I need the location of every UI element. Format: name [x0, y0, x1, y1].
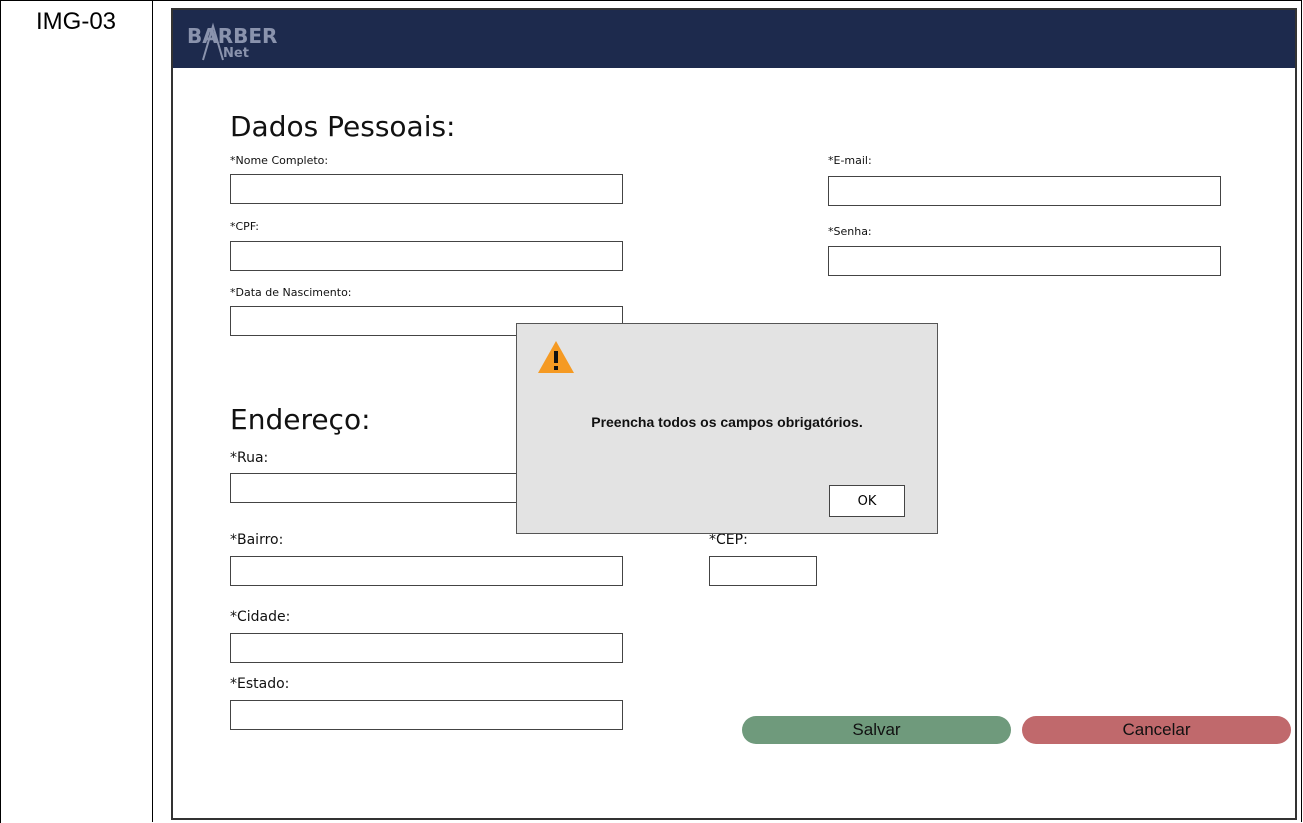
- address-title: Endereço:: [230, 403, 371, 436]
- password-label: *Senha:: [828, 225, 872, 238]
- password-field[interactable]: [828, 246, 1221, 276]
- table-column-divider: [152, 0, 153, 822]
- logo-text: BARBER: [187, 24, 278, 48]
- save-button[interactable]: Salvar: [742, 716, 1011, 744]
- table-right-border: [1301, 0, 1302, 822]
- zip-label: *CEP:: [709, 532, 748, 548]
- warning-icon: [538, 341, 574, 373]
- full-name-field[interactable]: [230, 174, 623, 204]
- barber-net-logo[interactable]: BARBER Net: [187, 22, 297, 62]
- city-field[interactable]: [230, 633, 623, 663]
- logo-subtext: Net: [223, 46, 249, 61]
- city-label: *Cidade:: [230, 609, 291, 625]
- zip-field[interactable]: [709, 556, 817, 586]
- cpf-label: *CPF:: [230, 220, 259, 233]
- mockup-screen: BARBER Net Dados Pessoais: *Nome Complet…: [171, 8, 1297, 820]
- top-navbar: BARBER Net: [173, 10, 1295, 68]
- dialog-message: Preencha todos os campos obrigatórios.: [591, 414, 863, 430]
- required-fields-dialog: Preencha todos os campos obrigatórios. O…: [516, 323, 938, 534]
- image-label: IMG-03: [36, 8, 117, 35]
- cancel-button[interactable]: Cancelar: [1022, 716, 1291, 744]
- neighborhood-label: *Bairro:: [230, 532, 284, 548]
- email-field[interactable]: [828, 176, 1221, 206]
- neighborhood-field[interactable]: [230, 556, 623, 586]
- state-field[interactable]: [230, 700, 623, 730]
- state-label: *Estado:: [230, 676, 290, 692]
- ok-button[interactable]: OK: [829, 485, 905, 517]
- personal-data-title: Dados Pessoais:: [230, 110, 456, 143]
- cpf-field[interactable]: [230, 241, 623, 271]
- street-label: *Rua:: [230, 450, 269, 466]
- full-name-label: *Nome Completo:: [230, 154, 329, 167]
- email-label: *E-mail:: [828, 154, 872, 167]
- birth-date-label: *Data de Nascimento:: [230, 286, 352, 299]
